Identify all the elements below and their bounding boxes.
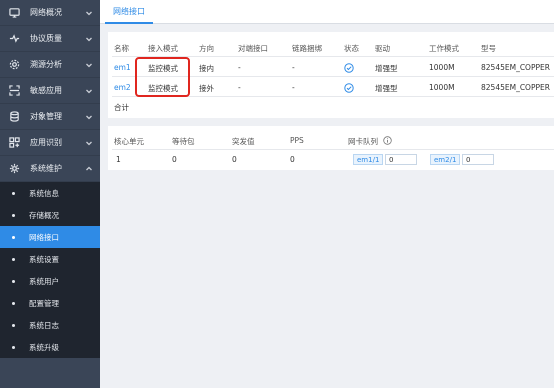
submenu-system-maintenance: 系统信息 存储概况 网络接口 系统设置 系统用户 配置管理 系统日志 系统升级 (0, 182, 100, 358)
interface-name-link[interactable]: em1 (114, 63, 131, 72)
chevron-down-icon (85, 87, 93, 95)
nav-item-label: 对象管理 (30, 112, 62, 121)
submenu-item-system-users[interactable]: 系统用户 (0, 270, 100, 292)
gear-icon (8, 59, 20, 71)
direction-value: 接内 (199, 64, 214, 73)
info-icon[interactable] (383, 136, 392, 145)
col-header-pending: 等待包 (172, 137, 195, 146)
link-bond-value: - (292, 83, 295, 92)
submenu-label: 系统设置 (29, 254, 59, 264)
submenu-label: 存储概况 (29, 210, 59, 220)
queue-label: em1/1 (353, 154, 384, 165)
core-unit-value: 1 (116, 155, 121, 164)
bullet-icon (12, 213, 15, 217)
queue-label: em2/1 (430, 154, 461, 165)
bullet-icon (12, 279, 15, 283)
status-ok-icon (344, 83, 354, 93)
nav-item-object-management[interactable]: 对象管理 (0, 104, 100, 130)
driver-value: 增强型 (375, 84, 398, 93)
col-header-core-unit: 核心单元 (114, 137, 144, 146)
scan-icon (8, 85, 20, 97)
peer-interface-value: - (238, 83, 241, 92)
queue-value-input[interactable]: 0 (385, 154, 417, 165)
nav-item-label: 协议质量 (30, 34, 62, 43)
pending-value: 0 (172, 155, 177, 164)
bullet-icon (12, 235, 15, 239)
nav-item-app-identification[interactable]: 应用识别 (0, 130, 100, 156)
model-value: 82545EM_COPPER (481, 83, 550, 92)
total-label: 合计 (114, 103, 129, 112)
nav-item-sensitive-apps[interactable]: 敏感应用 (0, 78, 100, 104)
nav-item-system-maintenance[interactable]: 系统维护 (0, 156, 100, 182)
nav-item-label: 系统维护 (30, 164, 62, 173)
submenu-label: 配置管理 (29, 298, 59, 308)
direction-value: 接外 (199, 84, 214, 93)
bullet-icon (12, 191, 15, 195)
apps-icon (8, 137, 20, 149)
status-ok-icon (344, 63, 354, 73)
bullet-icon (12, 345, 15, 349)
bullet-icon (12, 323, 15, 327)
col-header-access-mode: 接入模式 (148, 44, 178, 53)
bullet-icon (12, 301, 15, 305)
submenu-label: 网络接口 (29, 232, 59, 242)
submenu-item-network-interface[interactable]: 网络接口 (0, 226, 100, 248)
chevron-down-icon (85, 113, 93, 121)
nav-item-label: 网络概况 (30, 8, 62, 17)
nav-item-network-overview[interactable]: 网络概况 (0, 0, 100, 26)
submenu-item-system-upgrade[interactable]: 系统升级 (0, 336, 100, 358)
col-header-name: 名称 (114, 44, 129, 53)
queue-value-input[interactable]: 0 (462, 154, 494, 165)
col-header-burst: 突发值 (232, 137, 255, 146)
tab-bar: 网络接口 (100, 0, 554, 24)
settings-icon (8, 163, 20, 175)
nav-item-label: 敏感应用 (30, 86, 62, 95)
nav-item-protocol-quality[interactable]: 协议质量 (0, 26, 100, 52)
col-header-driver: 驱动 (375, 44, 390, 53)
work-mode-value: 1000M (429, 83, 455, 92)
core-queue-table: 核心单元 等待包 突发值 PPS 网卡队列 1 0 0 0 em1/1 0 em… (108, 126, 554, 170)
pps-value: 0 (290, 155, 295, 164)
submenu-item-storage-overview[interactable]: 存储概况 (0, 204, 100, 226)
database-icon (8, 111, 20, 123)
chevron-down-icon (85, 9, 93, 17)
col-header-status: 状态 (344, 44, 359, 53)
chevron-down-icon (85, 35, 93, 43)
annotation-highlight (135, 57, 190, 97)
chevron-down-icon (85, 139, 93, 147)
submenu-label: 系统信息 (29, 188, 59, 198)
submenu-item-system-settings[interactable]: 系统设置 (0, 248, 100, 270)
tab-network-interface[interactable]: 网络接口 (105, 0, 153, 24)
driver-value: 增强型 (375, 64, 398, 73)
submenu-label: 系统日志 (29, 320, 59, 330)
bullet-icon (12, 257, 15, 261)
chevron-up-icon (85, 165, 93, 173)
submenu-label: 系统升级 (29, 342, 59, 352)
nav-item-label: 溯源分析 (30, 60, 62, 69)
col-header-work-mode: 工作模式 (429, 44, 459, 53)
col-header-model: 型号 (481, 44, 496, 53)
col-header-direction: 方向 (199, 44, 214, 53)
col-header-pps: PPS (290, 136, 304, 145)
work-mode-value: 1000M (429, 63, 455, 72)
pulse-icon (8, 33, 20, 45)
monitor-icon (8, 7, 20, 19)
row-divider (112, 149, 554, 150)
burst-value: 0 (232, 155, 237, 164)
submenu-item-system-logs[interactable]: 系统日志 (0, 314, 100, 336)
link-bond-value: - (292, 63, 295, 72)
col-header-peer-interface: 对端接口 (238, 44, 268, 53)
nav-item-traceback-analysis[interactable]: 溯源分析 (0, 52, 100, 78)
interface-name-link[interactable]: em2 (114, 83, 131, 92)
submenu-item-config-management[interactable]: 配置管理 (0, 292, 100, 314)
nav-item-label: 应用识别 (30, 138, 62, 147)
peer-interface-value: - (238, 63, 241, 72)
submenu-item-system-info[interactable]: 系统信息 (0, 182, 100, 204)
model-value: 82545EM_COPPER (481, 63, 550, 72)
sidebar: 网络概况 协议质量 溯源分析 敏感应用 对象管理 应用识别 系统维护 系统信息 … (0, 0, 100, 388)
col-header-nic-queue: 网卡队列 (348, 137, 378, 146)
col-header-link-bond: 链路捆绑 (292, 44, 322, 53)
chevron-down-icon (85, 61, 93, 69)
submenu-label: 系统用户 (29, 276, 59, 286)
